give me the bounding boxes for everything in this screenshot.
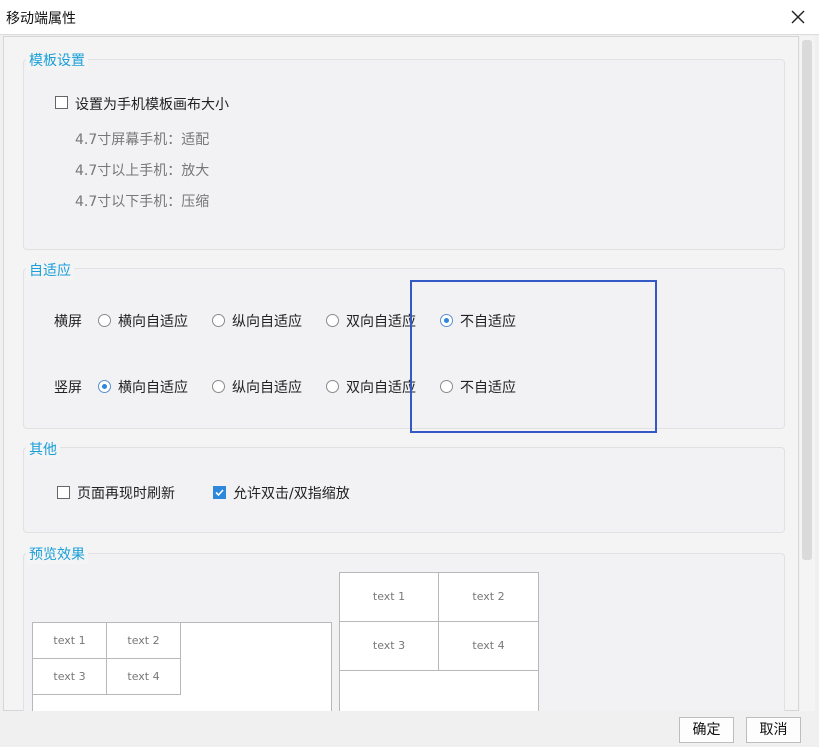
preview-left-cell: text 1 bbox=[32, 622, 107, 659]
preview-left-cell: text 2 bbox=[106, 622, 181, 659]
portrait-radio-vertical[interactable] bbox=[212, 380, 225, 393]
allow-zoom-checkbox[interactable] bbox=[213, 486, 226, 499]
checkmark-icon bbox=[215, 489, 224, 497]
allow-zoom-label: 允许双击/双指缩放 bbox=[233, 486, 350, 502]
portrait-option-vertical: 纵向自适应 bbox=[232, 380, 302, 396]
preview-right-cell: text 1 bbox=[339, 572, 439, 622]
landscape-option-both: 双向自适应 bbox=[346, 314, 416, 330]
window-title: 移动端属性 bbox=[6, 11, 76, 27]
landscape-radio-horizontal[interactable] bbox=[98, 314, 111, 327]
portrait-option-horizontal: 横向自适应 bbox=[118, 380, 188, 396]
ok-button[interactable]: 确定 bbox=[679, 717, 734, 743]
highlight-box bbox=[410, 280, 657, 433]
title-bar: 移动端属性 bbox=[0, 0, 819, 35]
landscape-label: 横屏 bbox=[54, 314, 82, 330]
landscape-radio-vertical[interactable] bbox=[212, 314, 225, 327]
preview-right-cell: text 3 bbox=[339, 621, 439, 671]
close-icon[interactable] bbox=[787, 6, 809, 28]
hint-4-7-fit: 4.7寸屏幕手机：适配 bbox=[75, 132, 210, 148]
scrollbar-thumb[interactable] bbox=[802, 40, 812, 560]
template-settings-legend: 模板设置 bbox=[26, 50, 88, 70]
cancel-button[interactable]: 取消 bbox=[746, 717, 801, 743]
portrait-label: 竖屏 bbox=[54, 380, 82, 396]
landscape-option-vertical: 纵向自适应 bbox=[232, 314, 302, 330]
preview-right-cell: text 4 bbox=[438, 621, 539, 671]
refresh-on-reappear-label: 页面再现时刷新 bbox=[77, 486, 175, 502]
landscape-radio-both[interactable] bbox=[326, 314, 339, 327]
hint-above-4-7-zoom: 4.7寸以上手机：放大 bbox=[75, 163, 210, 179]
template-canvas-checkbox[interactable] bbox=[55, 96, 68, 109]
landscape-option-horizontal: 横向自适应 bbox=[118, 314, 188, 330]
portrait-option-both: 双向自适应 bbox=[346, 380, 416, 396]
other-legend: 其他 bbox=[26, 439, 60, 459]
refresh-on-reappear-checkbox[interactable] bbox=[57, 486, 70, 499]
preview-legend: 预览效果 bbox=[26, 544, 88, 564]
preview-left-cell: text 3 bbox=[32, 658, 107, 695]
template-settings-group bbox=[23, 59, 785, 250]
preview-left-cell: text 4 bbox=[106, 658, 181, 695]
preview-right-cell: text 2 bbox=[438, 572, 539, 622]
hint-below-4-7-shrink: 4.7寸以下手机：压缩 bbox=[75, 194, 210, 210]
adaptive-group bbox=[23, 268, 785, 429]
template-canvas-label: 设置为手机模板画布大小 bbox=[75, 97, 229, 113]
adaptive-legend: 自适应 bbox=[26, 260, 74, 280]
portrait-radio-horizontal[interactable] bbox=[98, 380, 111, 393]
portrait-radio-both[interactable] bbox=[326, 380, 339, 393]
